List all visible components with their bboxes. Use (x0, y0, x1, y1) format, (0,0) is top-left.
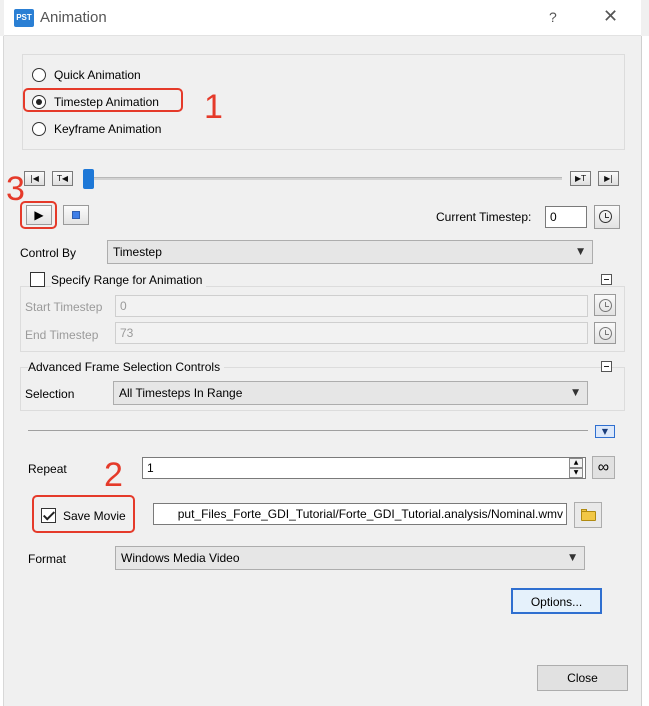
format-value: Windows Media Video (121, 551, 240, 565)
radio-keyframe-animation[interactable] (32, 122, 46, 136)
help-button[interactable]: ? (549, 9, 557, 25)
selection-value: All Timesteps In Range (119, 386, 243, 400)
stop-icon (72, 210, 80, 219)
selection-select[interactable]: All Timesteps In Range ▼ (113, 381, 588, 405)
browse-folder-button[interactable] (574, 502, 602, 528)
radio-keyframe-animation-label: Keyframe Animation (54, 122, 162, 136)
close-button[interactable]: Close (537, 665, 628, 691)
specify-range-checkbox[interactable] (30, 272, 45, 287)
control-by-label: Control By (20, 246, 77, 260)
repeat-input[interactable]: 1 (142, 457, 586, 479)
stop-button[interactable] (63, 205, 89, 225)
current-timestep-input[interactable]: 0 (545, 206, 587, 228)
movie-path-input[interactable]: put_Files_Forte_GDI_Tutorial/Forte_GDI_T… (153, 503, 567, 525)
repeat-spinner[interactable]: ▲ ▼ (569, 458, 583, 478)
radio-quick-animation-label: Quick Animation (54, 68, 141, 82)
format-label: Format (28, 552, 67, 566)
save-movie-checkbox[interactable] (41, 508, 56, 523)
start-timestep-clock-icon[interactable] (594, 294, 616, 316)
repeat-infinity-button[interactable]: ∞ (592, 456, 615, 479)
control-by-select[interactable]: Timestep ▼ (107, 240, 593, 264)
previous-timestep-button[interactable]: T◀ (52, 171, 73, 186)
current-timestep-label: Current Timestep: (436, 210, 532, 224)
advanced-collapse-icon[interactable] (601, 361, 612, 372)
options-button[interactable]: Options... (511, 588, 602, 614)
range-collapse-icon[interactable] (601, 274, 612, 285)
first-frame-button[interactable]: |◀ (24, 171, 45, 186)
background-window-edge-right (641, 36, 649, 706)
chevron-down-icon: ▼ (577, 247, 584, 257)
timeline-slider-thumb[interactable] (83, 169, 94, 189)
advanced-title: Advanced Frame Selection Controls (28, 360, 225, 374)
window-close-button[interactable]: ✕ (603, 6, 618, 27)
play-button[interactable]: ▶ (26, 205, 52, 225)
start-timestep-input[interactable]: 0 (115, 295, 588, 317)
last-frame-button[interactable]: ▶| (598, 171, 619, 186)
window-title: Animation (40, 9, 107, 26)
separator-line (28, 430, 588, 431)
title-bar: PST Animation ? ✕ (4, 0, 641, 36)
timeline-slider-track[interactable] (84, 177, 562, 180)
annotation-number-1: 1 (204, 88, 223, 126)
app-icon: PST (14, 9, 34, 27)
annotation-number-2: 2 (104, 456, 123, 494)
repeat-label: Repeat (28, 462, 67, 476)
next-timestep-button[interactable]: ▶T (570, 171, 591, 186)
control-by-value: Timestep (113, 245, 162, 259)
current-timestep-clock-icon[interactable] (594, 205, 620, 229)
annotation-box-1 (23, 88, 183, 112)
chevron-down-icon: ▼ (569, 553, 576, 563)
expand-chevron-icon[interactable]: ▼ (595, 425, 615, 438)
selection-label: Selection (25, 387, 75, 401)
folder-icon (581, 511, 596, 521)
chevron-down-icon: ▼ (572, 388, 579, 398)
format-select[interactable]: Windows Media Video ▼ (115, 546, 585, 570)
specify-range-label: Specify Range for Animation (51, 273, 207, 287)
save-movie-label: Save Movie (63, 509, 126, 523)
start-timestep-label: Start Timestep (25, 300, 103, 314)
end-timestep-label: End Timestep (25, 328, 99, 342)
end-timestep-input[interactable]: 73 (115, 322, 588, 344)
radio-quick-animation[interactable] (32, 68, 46, 82)
end-timestep-clock-icon[interactable] (594, 322, 616, 344)
